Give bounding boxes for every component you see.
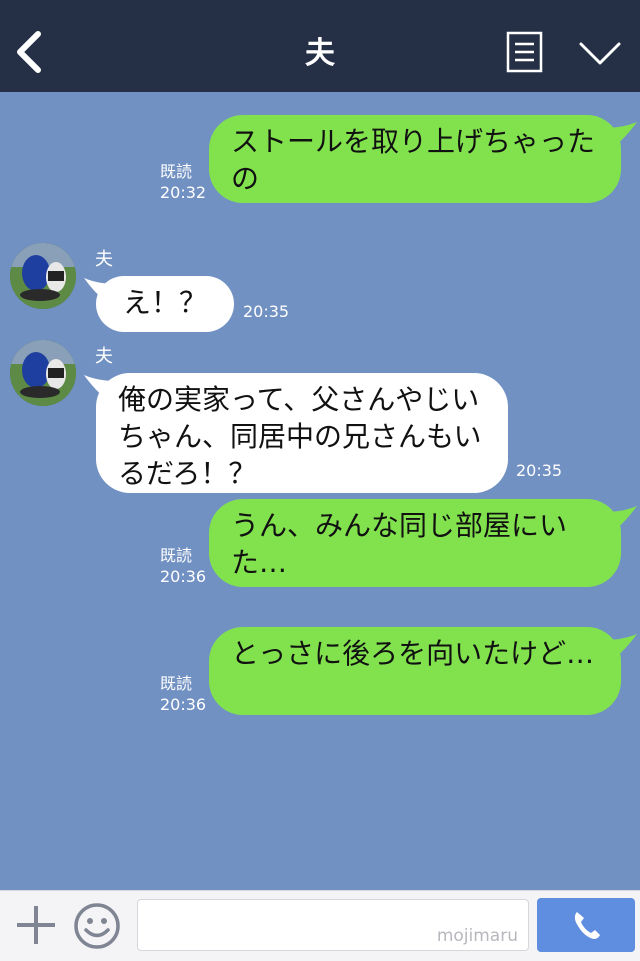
- message-time: 20:32: [160, 183, 207, 202]
- collapse-button[interactable]: [578, 38, 622, 68]
- message-text: とっさに後ろを向いたけど…: [231, 637, 595, 670]
- message-time: 20:36: [160, 695, 207, 714]
- chevron-down-icon: [579, 42, 621, 65]
- bubble-tail: [605, 122, 637, 146]
- smiley-icon: [74, 903, 120, 949]
- phone-icon: [574, 912, 600, 939]
- outgoing-message-bubble[interactable]: ストールを取り上げちゃったの: [209, 115, 621, 203]
- avatar[interactable]: [10, 340, 76, 406]
- bubble-tail: [605, 634, 637, 658]
- outgoing-message-bubble[interactable]: うん、みんな同じ部屋にいた…: [209, 499, 621, 587]
- sender-name: 夫: [95, 346, 113, 367]
- message-text: ストールを取り上げちゃったの: [231, 125, 596, 195]
- message-time: 20:35: [243, 302, 290, 321]
- menu-button[interactable]: [506, 31, 544, 73]
- outgoing-message-bubble[interactable]: とっさに後ろを向いたけど…: [209, 627, 621, 715]
- message-time: 20:35: [516, 461, 563, 480]
- plus-icon: [17, 906, 55, 944]
- message-input-bar: mojimaru: [0, 890, 640, 961]
- message-text: うん、みんな同じ部屋にいた…: [231, 509, 568, 579]
- avatar-photo: [10, 340, 76, 406]
- incoming-message-bubble[interactable]: 俺の実家って、父さんやじいちゃん、同居中の兄さんもいるだろ！？: [96, 373, 508, 493]
- add-button[interactable]: [14, 903, 58, 947]
- avatar[interactable]: [10, 243, 76, 309]
- watermark-text: mojimaru: [436, 926, 518, 946]
- bubble-tail: [605, 506, 637, 530]
- chat-header: 夫: [0, 0, 640, 92]
- emoji-button[interactable]: [73, 902, 121, 950]
- call-button[interactable]: [537, 898, 635, 952]
- chat-title: 夫: [305, 36, 335, 71]
- message-text: 俺の実家って、父さんやじいちゃん、同居中の兄さんもいるだろ！？: [118, 383, 482, 490]
- message-text: え！？: [122, 286, 207, 319]
- message-time: 20:36: [160, 567, 207, 586]
- sender-name: 夫: [95, 249, 113, 270]
- incoming-message-bubble[interactable]: え！？: [96, 276, 234, 332]
- message-input[interactable]: mojimaru: [137, 899, 529, 951]
- list-menu-icon: [506, 31, 543, 73]
- avatar-photo: [10, 243, 76, 309]
